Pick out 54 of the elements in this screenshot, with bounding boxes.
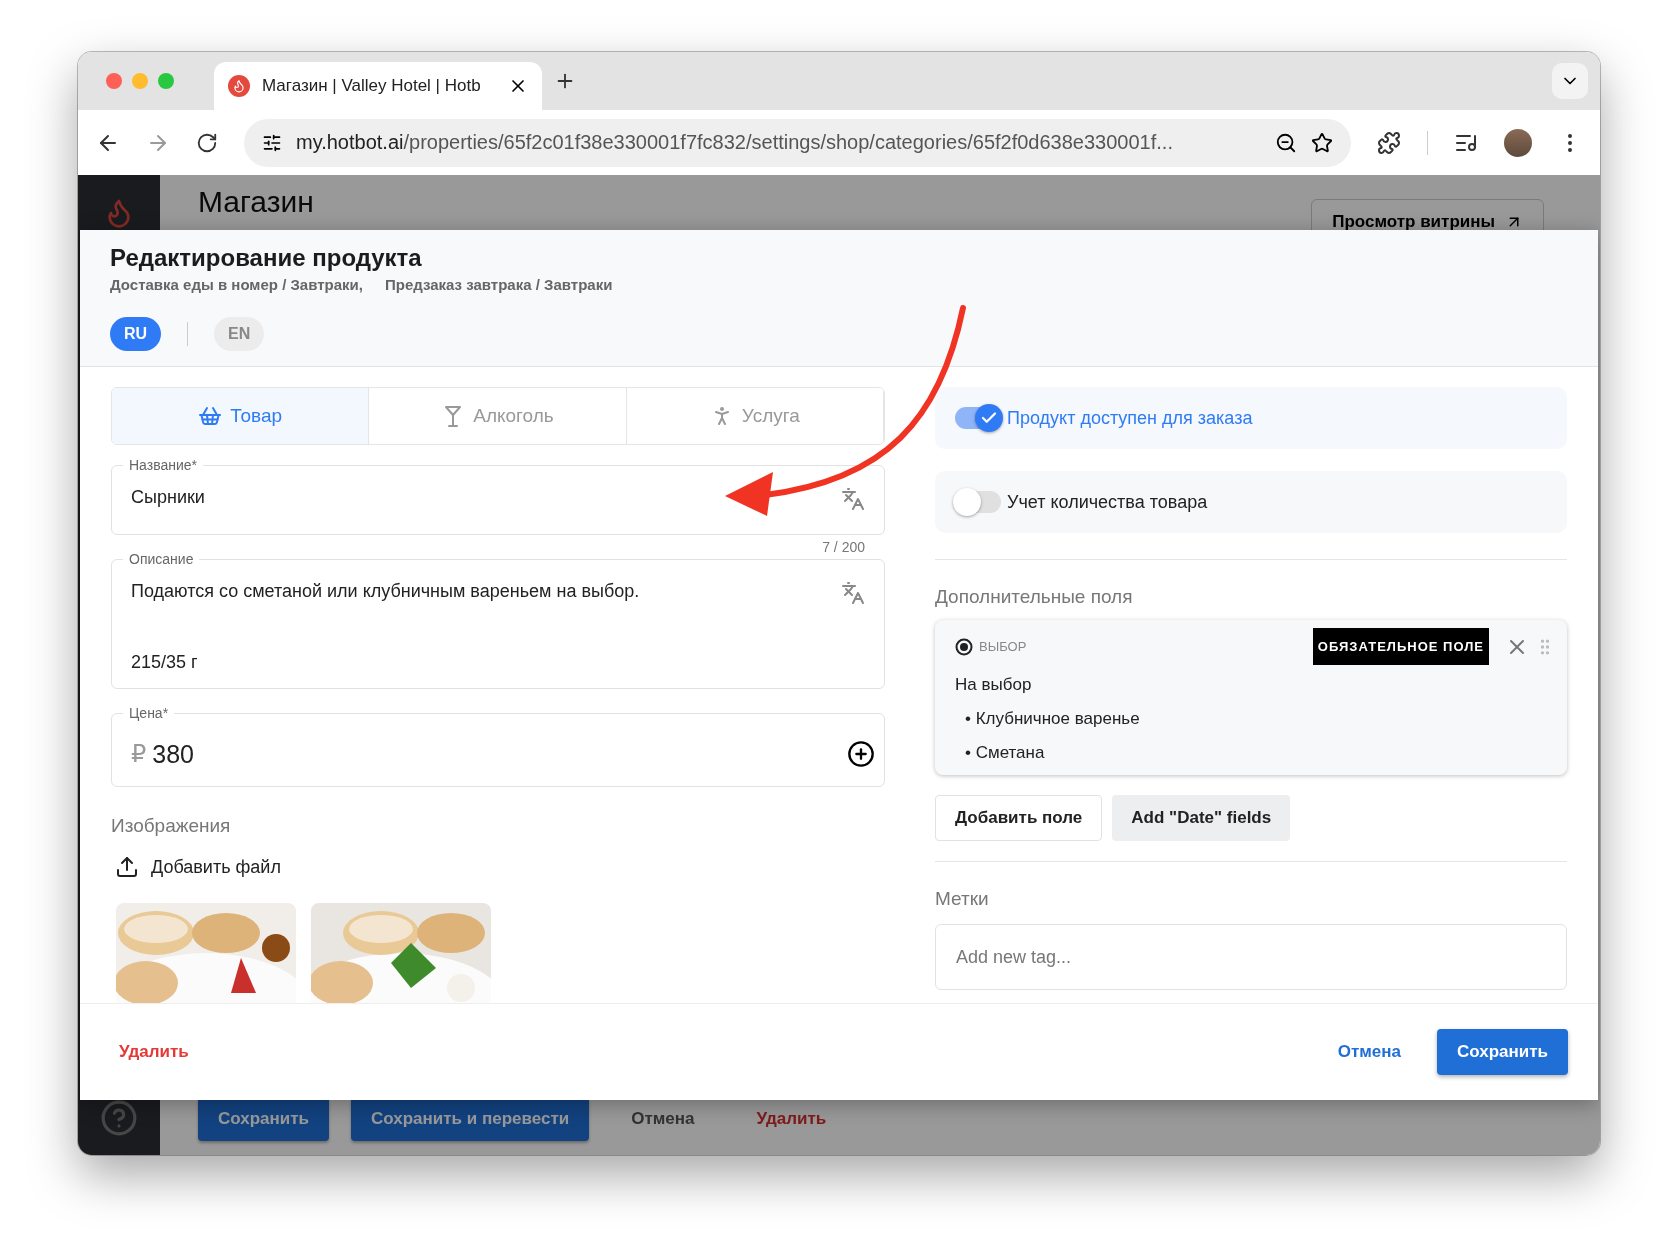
delete-button[interactable]: Удалить [113, 1041, 195, 1063]
language-tab[interactable]: EN [214, 317, 265, 351]
name-field[interactable]: Название* Сырники [111, 455, 885, 535]
radio-icon [955, 637, 973, 656]
description-text: 215/35 г [131, 652, 199, 674]
type-tab[interactable]: Товар [112, 388, 370, 444]
toggle-label: Учет количества товара [1007, 491, 1208, 513]
field-button[interactable]: Добавить поле [935, 795, 1103, 841]
extensions-icon[interactable] [1377, 130, 1401, 155]
field-title: На выбор [955, 675, 1033, 695]
add-icon[interactable] [847, 740, 875, 768]
option-text: • Клубничное варенье [964, 709, 1141, 729]
flame-icon [228, 75, 250, 97]
action-button[interactable]: Сохранить [198, 1097, 330, 1141]
breadcrumb: Предзаказ завтрака / Завтраки [385, 276, 613, 293]
field-type-label: ВЫБОР [979, 639, 1028, 654]
action-button[interactable]: Удалить [736, 1097, 847, 1141]
site-settings-icon[interactable] [262, 132, 282, 153]
toggle-label: Продукт доступен для заказа [1007, 407, 1253, 429]
upload-icon [115, 855, 139, 879]
description-text: Подаются со сметаной или клубничным вареньем на выбор. [131, 581, 641, 603]
browser-tab[interactable]: Магазин | Valley Hotel | Hotb [214, 62, 542, 110]
profile-avatar[interactable] [1504, 128, 1532, 157]
page-title: Магазин [198, 185, 314, 219]
currency-sign: ₽ [131, 740, 147, 768]
section-label: Изображения [111, 815, 232, 837]
required-badge: ОБЯЗАТЕЛЬНОЕ ПОЛЕ [1312, 628, 1489, 665]
toggle-switch[interactable] [955, 491, 1001, 513]
translate-icon[interactable] [841, 487, 865, 511]
basket-icon [198, 404, 223, 428]
reload-icon[interactable] [196, 131, 218, 154]
field-value: Сырники [131, 487, 206, 509]
action-button[interactable]: Отмена [611, 1097, 715, 1141]
dialog-title: Редактирование продукта [110, 244, 423, 272]
breadcrumb: Доставка еды в номер / Завтраки, [110, 276, 363, 293]
language-tab[interactable]: RU [110, 317, 162, 351]
character-counter: 7 / 200 [822, 539, 865, 555]
add-file-button[interactable]: Добавить файл [111, 855, 285, 879]
help-icon[interactable] [100, 1099, 138, 1137]
tag-input[interactable]: Add new tag... [935, 924, 1567, 990]
translate-icon[interactable] [841, 581, 865, 605]
section-label: Метки [935, 888, 990, 910]
price-value: 380 [152, 739, 195, 769]
cancel-button[interactable]: Отмена [1331, 1041, 1407, 1063]
field-button[interactable]: Add "Date" fields [1112, 795, 1291, 841]
option-text: • Сметана [964, 743, 1046, 763]
bookmark-star-icon[interactable] [1311, 131, 1333, 154]
section-label: Дополнительные поля [935, 586, 1134, 608]
zoom-icon[interactable] [1275, 131, 1297, 154]
save-button[interactable]: Сохранить [1436, 1029, 1568, 1075]
price-field[interactable]: Цена* ₽ 380 [111, 703, 885, 787]
address-bar[interactable]: my.hotbot.ai/properties/65f2c01f38e330001f7fc832/settings/shop/categories/65f2f0d638e330001f... [244, 118, 1351, 167]
toggle-switch[interactable] [955, 407, 1001, 429]
action-button[interactable]: Сохранить и перевести [351, 1097, 590, 1141]
